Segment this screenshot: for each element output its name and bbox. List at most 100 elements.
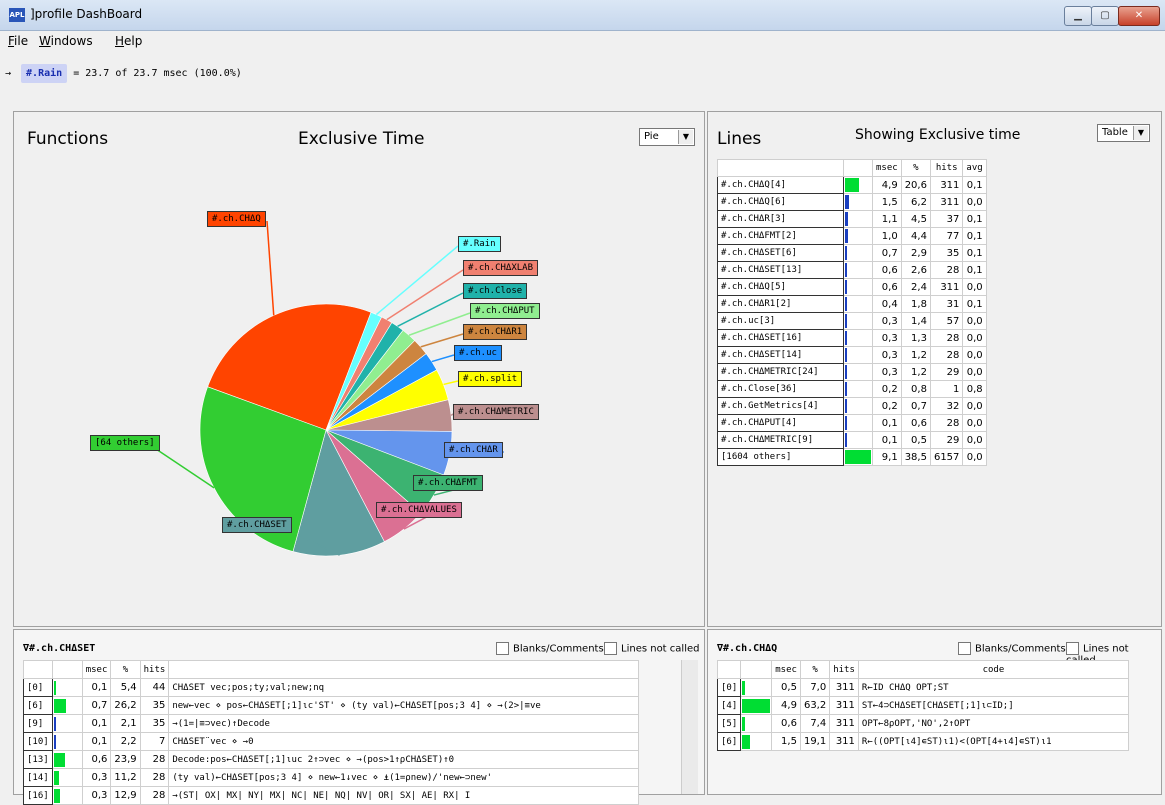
line-number[interactable]: [0] [23, 678, 53, 697]
code-row[interactable]: [16] 0,3 12,9 28 →(ST| OX| MX| NY| MX| NC| N… [23, 786, 640, 805]
column-header[interactable]: % [900, 159, 931, 177]
function-line-name[interactable]: #.ch.CHΔR[3] [717, 210, 844, 228]
function-line-name[interactable]: #.ch.GetMetrics[4] [717, 397, 844, 415]
close-button[interactable]: ✕ [1118, 6, 1160, 26]
function-line-name[interactable]: [1604 others] [717, 448, 844, 466]
line-number[interactable]: [0] [716, 678, 742, 697]
code-row[interactable]: [4] 4,9 63,2 311 ST←4⊃CHΔSET[CHΔSET[;1]⍳⊂ID;… [716, 696, 1129, 715]
pie-slice-label[interactable]: #.ch.CHΔVALUES [376, 502, 462, 518]
blanks-comments-checkbox[interactable]: Blanks/Comments [496, 642, 604, 655]
column-header[interactable]: hits [139, 660, 170, 679]
line-number[interactable]: [14] [23, 768, 53, 787]
code-row[interactable]: [10] 0,1 2,2 7 CHΔSET¨vec ⋄ →0 [23, 732, 640, 751]
function-line-name[interactable]: #.ch.CHΔSET[16] [717, 329, 844, 347]
function-line-name[interactable]: #.ch.CHΔSET[13] [717, 261, 844, 279]
menu-windows[interactable]: Windows [39, 34, 93, 48]
table-row[interactable]: #.ch.CHΔMETRIC[9] 0,1 0,5 29 0,0 [717, 431, 987, 449]
line-number[interactable]: [16] [23, 786, 53, 805]
breadcrumb-chip[interactable]: #.Rain [21, 64, 68, 83]
table-row[interactable]: #.ch.Close[36] 0,2 0,8 1 0,8 [717, 380, 987, 398]
code-row[interactable]: [6] 1,5 19,1 311 R←((OPT[⍳4]∊ST)⍳1)<(OPT[4+⍳… [716, 732, 1129, 751]
column-header[interactable]: avg [962, 159, 987, 177]
line-number[interactable]: [10] [23, 732, 53, 751]
code-row[interactable]: [14] 0,3 11,2 28 (ty val)←CHΔSET[pos;3 4] ⋄ … [23, 768, 640, 787]
checkbox-box[interactable] [496, 642, 509, 655]
column-header[interactable] [51, 660, 83, 679]
function-line-name[interactable]: #.ch.CHΔPUT[4] [717, 414, 844, 432]
column-header[interactable]: % [110, 660, 141, 679]
column-header[interactable]: msec [81, 660, 112, 679]
vertical-scrollbar[interactable] [681, 660, 698, 794]
column-header[interactable]: code [857, 660, 1129, 679]
maximize-button[interactable]: ▢ [1091, 6, 1119, 26]
table-row[interactable]: #.ch.CHΔR1[2] 0,4 1,8 31 0,1 [717, 295, 987, 313]
column-header[interactable] [717, 159, 844, 177]
table-row[interactable]: #.ch.CHΔQ[6] 1,5 6,2 311 0,0 [717, 193, 987, 211]
blanks-comments-checkbox[interactable]: Blanks/Comments [958, 642, 1066, 655]
function-line-name[interactable]: #.ch.CHΔR1[2] [717, 295, 844, 313]
menu-file[interactable]: File [8, 34, 28, 48]
column-header[interactable]: hits [829, 660, 859, 679]
code-row[interactable]: [13] 0,6 23,9 28 Decode:pos←CHΔSET[;1]⍳uc 2↑… [23, 750, 640, 769]
pie-slice-label[interactable]: [64 others] [90, 435, 160, 451]
function-line-name[interactable]: #.ch.CHΔMETRIC[24] [717, 363, 844, 381]
column-header[interactable]: % [799, 660, 831, 679]
table-row[interactable]: #.ch.GetMetrics[4] 0,2 0,7 32 0,0 [717, 397, 987, 415]
code-row[interactable]: [9] 0,1 2,1 35 →(1=|≡⊃vec)↑Decode [23, 714, 640, 733]
pie-slice-label[interactable]: #.ch.split [458, 371, 523, 387]
line-number[interactable]: [6] [23, 696, 53, 715]
column-header[interactable] [23, 660, 53, 679]
column-header[interactable] [740, 660, 773, 679]
pie-slice-label[interactable]: #.ch.CHΔPUT [470, 303, 540, 319]
column-header[interactable]: hits [929, 159, 964, 177]
checkbox-box[interactable] [604, 642, 617, 655]
pie-slice-label[interactable]: #.Rain [458, 236, 501, 252]
line-number[interactable]: [5] [716, 714, 742, 733]
function-line-name[interactable]: #.ch.CHΔSET[14] [717, 346, 844, 364]
pie-slice-label[interactable]: #.ch.CHΔQ [207, 211, 266, 227]
table-row[interactable]: #.ch.CHΔFMT[2] 1,0 4,4 77 0,1 [717, 227, 987, 245]
pie-slice-label[interactable]: #.ch.CHΔXLAB [463, 260, 539, 276]
menu-help[interactable]: Help [115, 34, 142, 48]
code-row[interactable]: [5] 0,6 7,4 311 OPT←8⍴OPT,'NO',2↑OPT [716, 714, 1129, 733]
pie-slice-label[interactable]: #.ch.uc [454, 345, 502, 361]
function-line-name[interactable]: #.ch.Close[36] [717, 380, 844, 398]
line-number[interactable]: [13] [23, 750, 53, 769]
column-header[interactable]: msec [771, 660, 801, 679]
table-row[interactable]: #.ch.CHΔSET[13] 0,6 2,6 28 0,1 [717, 261, 987, 279]
checkbox-box[interactable] [1066, 642, 1079, 655]
table-row[interactable]: #.ch.CHΔQ[5] 0,6 2,4 311 0,0 [717, 278, 987, 296]
line-number[interactable]: [4] [716, 696, 742, 715]
code-row[interactable]: [0] 0,1 5,4 44 CHΔSET vec;pos;ty;val;new;nq [23, 678, 640, 697]
table-row[interactable]: #.ch.CHΔSET[16] 0,3 1,3 28 0,0 [717, 329, 987, 347]
function-line-name[interactable]: #.ch.CHΔMETRIC[9] [717, 431, 844, 449]
line-number[interactable]: [9] [23, 714, 53, 733]
pie-slice-label[interactable]: #.ch.CHΔFMT [413, 475, 483, 491]
function-line-name[interactable]: #.ch.uc[3] [717, 312, 844, 330]
function-line-name[interactable]: #.ch.CHΔQ[6] [717, 193, 844, 211]
pie-slice-label[interactable]: #.ch.Close [463, 283, 528, 299]
pie-slice-label[interactable]: #.ch.CHΔMETRIC [453, 404, 539, 420]
function-line-name[interactable]: #.ch.CHΔFMT[2] [717, 227, 844, 245]
table-row[interactable]: #.ch.CHΔMETRIC[24] 0,3 1,2 29 0,0 [717, 363, 987, 381]
line-number[interactable]: [6] [716, 732, 742, 751]
checkbox-box[interactable] [958, 642, 971, 655]
code-row[interactable]: [0] 0,5 7,0 311 R←ID CHΔQ OPT;ST [716, 678, 1129, 697]
column-header[interactable]: msec [872, 159, 902, 177]
column-header[interactable] [716, 660, 742, 679]
table-row[interactable]: #.ch.CHΔSET[6] 0,7 2,9 35 0,1 [717, 244, 987, 262]
function-line-name[interactable]: #.ch.CHΔQ[5] [717, 278, 844, 296]
function-line-name[interactable]: #.ch.CHΔQ[4] [717, 176, 844, 194]
table-row[interactable]: #.ch.CHΔSET[14] 0,3 1,2 28 0,0 [717, 346, 987, 364]
column-header[interactable] [168, 660, 640, 679]
pie-slice-label[interactable]: #.ch.CHΔR [444, 442, 503, 458]
lines-view-select[interactable]: Table ▼ [1097, 124, 1150, 142]
pie-slice-label[interactable]: #.ch.CHΔR1 [463, 324, 528, 340]
column-header[interactable] [843, 159, 873, 177]
minimize-button[interactable]: ▁ [1064, 6, 1092, 26]
pie-slice-label[interactable]: #.ch.CHΔSET [222, 517, 292, 533]
function-line-name[interactable]: #.ch.CHΔSET[6] [717, 244, 844, 262]
lines-not-called-checkbox[interactable]: Lines not called [604, 642, 699, 655]
table-row[interactable]: [1604 others] 9,1 38,5 6157 0,0 [717, 448, 987, 466]
code-row[interactable]: [6] 0,7 26,2 35 new←vec ⋄ pos←CHΔSET[;1]⍳c'S… [23, 696, 640, 715]
